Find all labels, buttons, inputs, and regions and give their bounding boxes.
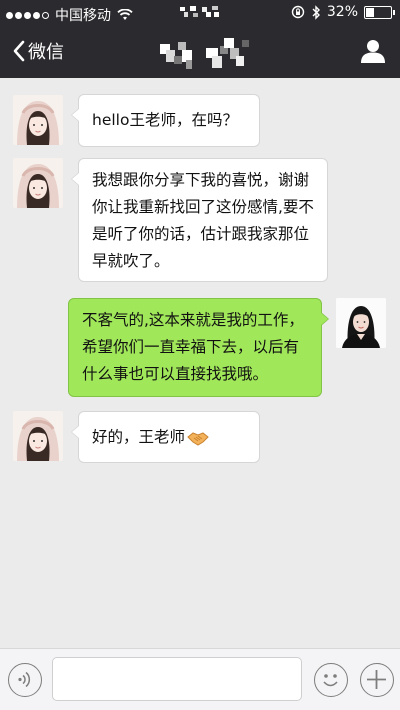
message-line: 早就吹了。 [92, 252, 170, 270]
voice-button[interactable] [8, 663, 42, 697]
message-bubble[interactable]: 我想跟你分享下我的喜悦，谢谢 你让我重新找回了这份感情,要不 是听了你的话，估计… [71, 158, 328, 282]
message-text: 好的，王老师 [92, 428, 186, 446]
chat-area[interactable]: hello王老师，在吗？ 我想跟你分享下我的喜悦，谢谢 你让我重新找回了这份感情… [0, 78, 400, 648]
person-icon[interactable] [360, 38, 386, 64]
plus-icon [367, 670, 386, 689]
chevron-left-icon [13, 40, 25, 62]
avatar[interactable] [13, 158, 63, 208]
avatar[interactable] [13, 411, 63, 461]
message-line: 你让我重新找回了这份感情,要不 [92, 198, 314, 216]
message-line: 不客气的,这本来就是我的工作， [82, 311, 304, 329]
message-input[interactable] [52, 657, 302, 701]
back-label: 微信 [28, 42, 64, 63]
signal-dots-icon [6, 11, 49, 19]
avatar[interactable] [13, 95, 63, 145]
message-line: 希望你们一直幸福下去，以后有 [82, 338, 300, 356]
message-received: 好的，王老师 [0, 411, 400, 471]
input-bar [0, 648, 400, 710]
battery-percent: 32% [326, 4, 358, 20]
handshake-icon [187, 431, 209, 446]
wifi-icon [117, 9, 133, 20]
message-received: hello王老师，在吗？ [0, 78, 400, 147]
message-line: 我想跟你分享下我的喜悦，谢谢 [92, 171, 310, 189]
nav-bar: 微信 [0, 26, 400, 78]
battery-icon [364, 5, 395, 19]
message-line: 是听了你的话，估计跟我家那位 [92, 225, 310, 243]
bluetooth-icon [312, 4, 320, 20]
plus-button[interactable] [360, 663, 394, 697]
message-bubble[interactable]: 好的，王老师 [71, 411, 260, 463]
message-received: 我想跟你分享下我的喜悦，谢谢 你让我重新找回了这份感情,要不 是听了你的话，估计… [0, 158, 400, 288]
message-text: hello王老师，在吗？ [92, 111, 238, 129]
message-sent: 不客气的,这本来就是我的工作， 希望你们一直幸福下去，以后有 什么事也可以直接找… [0, 298, 400, 398]
message-bubble[interactable]: 不客气的,这本来就是我的工作， 希望你们一直幸福下去，以后有 什么事也可以直接找… [68, 298, 329, 397]
message-line: 什么事也可以直接找我哦。 [82, 365, 269, 383]
back-button[interactable]: 微信 [12, 38, 64, 64]
carrier-name: 中国移动 [55, 8, 111, 24]
pixelated-contact-name [160, 38, 249, 69]
voice-icon [18, 671, 31, 688]
avatar[interactable] [336, 298, 386, 348]
message-bubble[interactable]: hello王老师，在吗？ [71, 94, 260, 147]
smiley-icon [323, 674, 338, 687]
emoji-button[interactable] [314, 663, 348, 697]
status-bar: 中国移动 32% [0, 0, 400, 26]
rotation-lock-icon [291, 5, 305, 19]
pixelated-time [180, 6, 219, 17]
